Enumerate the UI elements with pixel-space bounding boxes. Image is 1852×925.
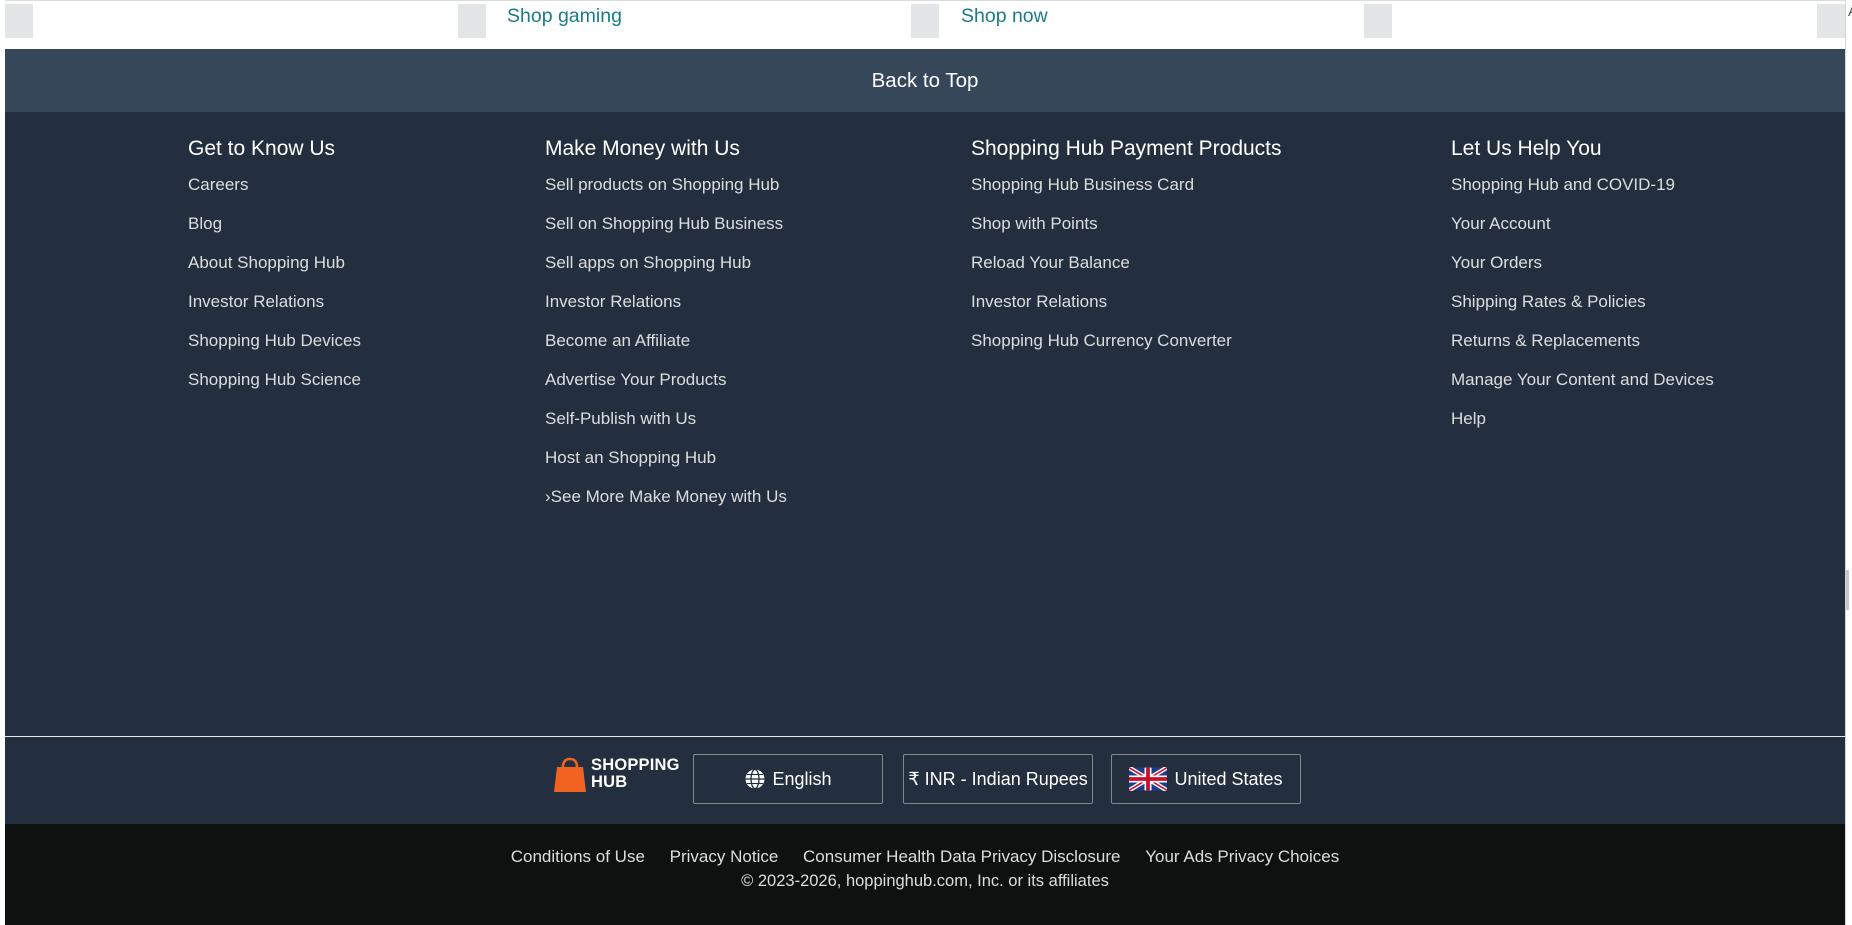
- footer-link-advertise[interactable]: Advertise Your Products: [545, 370, 787, 409]
- health-data-privacy-link[interactable]: Consumer Health Data Privacy Disclosure: [803, 847, 1120, 866]
- column-heading: Let Us Help You: [1451, 137, 1602, 160]
- copyright-text: © 2023-2026, hoppinghub.com, Inc. or its…: [741, 872, 1109, 890]
- carousel-strip: Shop gaming Shop now A: [5, 0, 1852, 50]
- footer-link-manage-content[interactable]: Manage Your Content and Devices: [1451, 370, 1714, 409]
- currency-selector[interactable]: ₹ INR - Indian Rupees: [903, 754, 1093, 804]
- page-footer-region: Shop gaming Shop now A Back to Top Get t…: [0, 0, 1852, 925]
- footer-link-science[interactable]: Shopping Hub Science: [188, 370, 361, 409]
- uk-flag-icon: [1129, 767, 1168, 791]
- footer-column-help: Let Us Help You Shopping Hub and COVID-1…: [1451, 136, 1714, 448]
- footer-column-payment-products: Shopping Hub Payment Products Shopping H…: [971, 136, 1282, 370]
- footer-link-self-publish[interactable]: Self-Publish with Us: [545, 409, 787, 448]
- footer-column-get-to-know-us: Get to Know Us Careers Blog About Shoppi…: [188, 136, 361, 409]
- back-to-top-label: Back to Top: [871, 68, 979, 92]
- column-heading: Get to Know Us: [188, 137, 336, 160]
- country-selector[interactable]: United States: [1111, 754, 1301, 804]
- logo-text: SHOPPING HUB: [591, 756, 680, 791]
- carousel-card-edge: [5, 4, 33, 38]
- column-heading: Shopping Hub Payment Products: [971, 137, 1282, 160]
- carousel-card-edge: [911, 4, 939, 38]
- carousel-card-edge: [1817, 4, 1845, 38]
- conditions-of-use-link[interactable]: Conditions of Use: [511, 847, 645, 866]
- footer-link-investor-relations[interactable]: Investor Relations: [971, 292, 1282, 331]
- legal-links: Conditions of Use Privacy Notice Consume…: [5, 847, 1845, 867]
- privacy-notice-link[interactable]: Privacy Notice: [670, 847, 779, 866]
- footer-link-reload-balance[interactable]: Reload Your Balance: [971, 253, 1282, 292]
- footer-link-sell-apps[interactable]: Sell apps on Shopping Hub: [545, 253, 787, 292]
- footer-link-help[interactable]: Help: [1451, 409, 1714, 448]
- back-to-top-button[interactable]: Back to Top: [5, 49, 1845, 112]
- footer-link-sell-business[interactable]: Sell on Shopping Hub Business: [545, 214, 787, 253]
- carousel-card-edge: [1364, 4, 1392, 38]
- footer-column-make-money: Make Money with Us Sell products on Shop…: [545, 136, 787, 526]
- language-selector[interactable]: English: [693, 754, 883, 804]
- footer-link-returns[interactable]: Returns & Replacements: [1451, 331, 1714, 370]
- footer-link-affiliate[interactable]: Become an Affiliate: [545, 331, 787, 370]
- globe-icon: [745, 768, 765, 790]
- footer-link-shipping-rates[interactable]: Shipping Rates & Policies: [1451, 292, 1714, 331]
- footer-link-your-orders[interactable]: Your Orders: [1451, 253, 1714, 292]
- footer-link-blog[interactable]: Blog: [188, 214, 361, 253]
- currency-label: ₹ INR - Indian Rupees: [908, 768, 1088, 789]
- scrollbar-thumb[interactable]: [1846, 570, 1849, 610]
- footer-link-careers[interactable]: Careers: [188, 175, 361, 214]
- shop-gaming-link[interactable]: Shop gaming: [507, 5, 622, 28]
- shopping-bag-icon: [554, 757, 586, 792]
- shop-now-link[interactable]: Shop now: [961, 5, 1048, 28]
- footer-link-investor-relations[interactable]: Investor Relations: [545, 292, 787, 331]
- country-label: United States: [1174, 768, 1283, 789]
- language-label: English: [772, 768, 832, 789]
- footer-link-business-card[interactable]: Shopping Hub Business Card: [971, 175, 1282, 214]
- footer-link-sell-products[interactable]: Sell products on Shopping Hub: [545, 175, 787, 214]
- ads-privacy-choices-link[interactable]: Your Ads Privacy Choices: [1145, 847, 1339, 866]
- legal-strip: Conditions of Use Privacy Notice Consume…: [5, 824, 1845, 925]
- footer-link-investor-relations[interactable]: Investor Relations: [188, 292, 361, 331]
- shopping-hub-logo[interactable]: SHOPPING HUB: [553, 755, 680, 797]
- footer-link-about[interactable]: About Shopping Hub: [188, 253, 361, 292]
- window-edge: [1845, 0, 1846, 925]
- footer-link-host[interactable]: Host an Shopping Hub: [545, 448, 787, 487]
- footer-link-currency-converter[interactable]: Shopping Hub Currency Converter: [971, 331, 1282, 370]
- footer-nav: Get to Know Us Careers Blog About Shoppi…: [5, 112, 1845, 736]
- column-heading: Make Money with Us: [545, 137, 740, 160]
- footer-link-see-more[interactable]: ›See More Make Money with Us: [545, 487, 787, 526]
- footer-link-devices[interactable]: Shopping Hub Devices: [188, 331, 361, 370]
- footer-link-covid[interactable]: Shopping Hub and COVID-19: [1451, 175, 1714, 214]
- carousel-next-card-fragment: A: [1848, 3, 1852, 20]
- footer-link-shop-with-points[interactable]: Shop with Points: [971, 214, 1282, 253]
- carousel-card-edge: [458, 4, 486, 38]
- footer-link-your-account[interactable]: Your Account: [1451, 214, 1714, 253]
- locale-row: SHOPPING HUB English ₹ INR - Indian Rupe…: [5, 737, 1845, 824]
